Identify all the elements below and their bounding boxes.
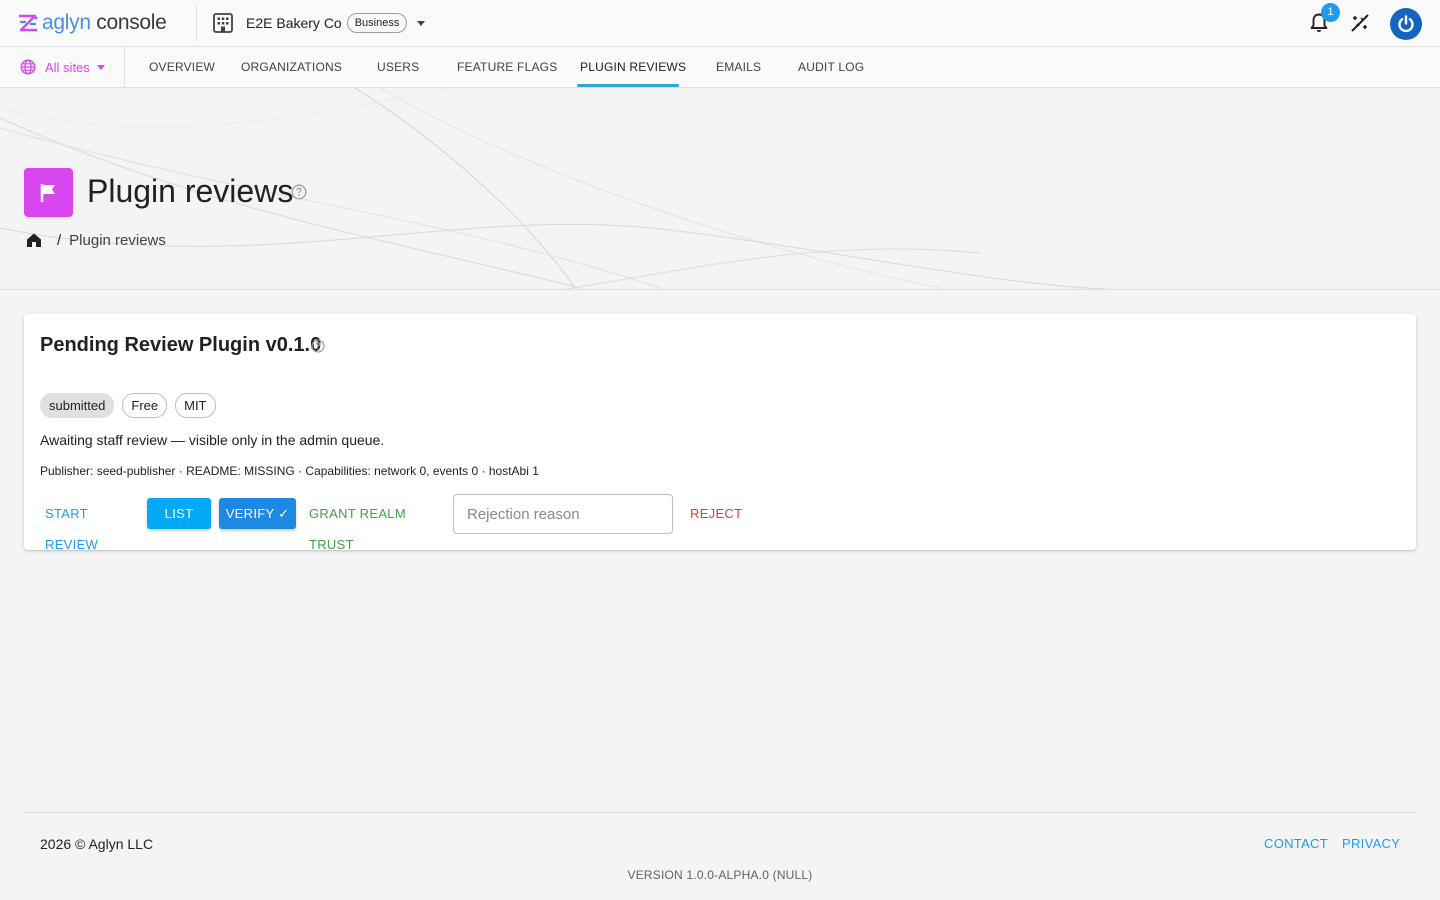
- price-chip: Free: [122, 393, 168, 418]
- contact-link[interactable]: CONTACT: [1264, 836, 1328, 851]
- grant-realm-trust-button[interactable]: GRANT REALM TRUST: [307, 498, 447, 552]
- chevron-down-icon: [96, 64, 105, 70]
- reject-button[interactable]: REJECT: [686, 498, 746, 529]
- copyright: 2026 © Aglyn LLC: [40, 836, 154, 852]
- plugin-title: Pending Review Plugin v0.1.0: [40, 334, 322, 356]
- plugin-metadata: Publisher: seed-publisher · README: MISS…: [40, 464, 539, 478]
- help-circle-icon[interactable]: [311, 339, 325, 353]
- site-selector-label: All sites: [45, 59, 90, 75]
- tab-plugin-reviews[interactable]: PLUGIN REVIEWS: [580, 47, 686, 88]
- building-icon: [213, 13, 233, 33]
- breadcrumb-current: Plugin reviews: [69, 231, 166, 249]
- breadcrumb-separator: /: [57, 231, 62, 249]
- active-tab-indicator: [577, 84, 679, 87]
- flag-icon: [40, 183, 55, 202]
- version-label: VERSION 1.0.0-ALPHA.0 (NULL): [627, 868, 813, 882]
- tab-emails[interactable]: EMAILS: [716, 47, 761, 88]
- plan-badge: Business: [346, 13, 408, 33]
- rejection-reason-input[interactable]: [453, 494, 673, 534]
- footer-divider: [24, 812, 1416, 813]
- tab-overview[interactable]: OVERVIEW: [149, 47, 215, 88]
- chevron-down-icon: [417, 20, 426, 26]
- page-icon: [24, 168, 73, 217]
- plugin-review-card: Pending Review Plugin v0.1.0 submitted F…: [24, 314, 1416, 552]
- divider: [124, 47, 125, 88]
- start-review-button[interactable]: START REVIEW: [40, 498, 140, 552]
- breadcrumb: / Plugin reviews: [25, 231, 166, 249]
- page-title: Plugin reviews: [87, 173, 294, 209]
- review-actions: START REVIEW LIST VERIFY ✓ GRANT REALM T…: [40, 494, 780, 552]
- section-nav: All sites OVERVIEW ORGANIZATIONS USERS F…: [0, 47, 1440, 88]
- tab-audit-log[interactable]: AUDIT LOG: [798, 47, 864, 88]
- power-icon: [1398, 15, 1414, 33]
- top-app-bar: aglyn console E2E Bakery Co Business 1: [0, 0, 1440, 47]
- status-chips: submitted Free MIT: [40, 393, 216, 418]
- privacy-link[interactable]: PRIVACY: [1342, 836, 1400, 851]
- page-header: Plugin reviews / Plugin reviews: [0, 88, 1440, 290]
- tab-users[interactable]: USERS: [377, 47, 419, 88]
- app-name: aglyn console: [42, 11, 167, 34]
- globe-icon: [20, 59, 36, 75]
- status-chip: submitted: [40, 393, 115, 418]
- divider: [196, 6, 197, 41]
- account-button[interactable]: [1390, 8, 1422, 40]
- magic-wand-icon[interactable]: [1349, 12, 1371, 34]
- site-selector[interactable]: All sites: [20, 59, 105, 75]
- help-circle-icon[interactable]: [291, 184, 307, 200]
- home-icon[interactable]: [25, 231, 43, 249]
- aglyn-logo-icon: [19, 14, 38, 32]
- app-logo[interactable]: aglyn console: [17, 11, 167, 35]
- list-button[interactable]: LIST: [147, 498, 211, 529]
- org-name: E2E Bakery Co: [246, 15, 342, 31]
- notification-count-badge: 1: [1321, 3, 1340, 22]
- license-chip: MIT: [175, 393, 216, 418]
- verify-button[interactable]: VERIFY ✓: [219, 498, 296, 529]
- tab-organizations[interactable]: ORGANIZATIONS: [241, 47, 342, 88]
- tab-feature-flags[interactable]: FEATURE FLAGS: [457, 47, 557, 88]
- org-switcher[interactable]: E2E Bakery Co Business: [212, 12, 426, 34]
- plugin-description: Awaiting staff review — visible only in …: [40, 432, 385, 448]
